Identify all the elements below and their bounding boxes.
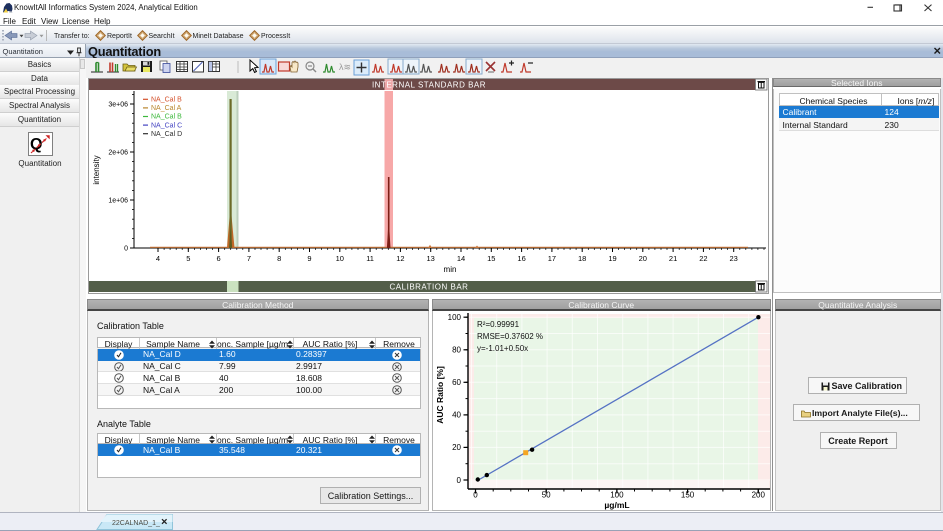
svg-text:min: min (444, 265, 457, 274)
svg-text:40: 40 (452, 411, 461, 420)
svg-text:16: 16 (517, 254, 525, 263)
svg-text:4: 4 (156, 254, 160, 263)
svg-text:µg/mL: µg/mL (604, 500, 629, 510)
svg-text:CALIBRATION BAR: CALIBRATION BAR (390, 283, 469, 292)
svg-text:3e+06: 3e+06 (108, 102, 128, 109)
svg-text:22: 22 (699, 254, 707, 263)
svg-text:10: 10 (336, 254, 344, 263)
svg-text:20: 20 (452, 443, 461, 452)
svg-text:11: 11 (366, 254, 374, 263)
svg-text:17: 17 (548, 254, 556, 263)
svg-text:NA_Cal B: NA_Cal B (151, 114, 182, 121)
svg-text:80: 80 (452, 346, 461, 355)
svg-text:15: 15 (487, 254, 495, 263)
svg-text:60: 60 (452, 378, 461, 387)
svg-text:200: 200 (752, 491, 766, 500)
svg-text:2e+06: 2e+06 (108, 150, 128, 157)
svg-text:18: 18 (578, 254, 586, 263)
svg-text:20: 20 (639, 254, 647, 263)
svg-text:1e+06: 1e+06 (108, 198, 128, 205)
svg-text:0: 0 (473, 491, 478, 500)
svg-text:23: 23 (730, 254, 738, 263)
svg-text:INTERNAL STANDARD BAR: INTERNAL STANDARD BAR (372, 81, 486, 90)
svg-text:100: 100 (610, 491, 624, 500)
svg-text:0: 0 (124, 246, 128, 253)
svg-text:NA_Cal D: NA_Cal D (151, 131, 182, 138)
svg-text:7: 7 (247, 254, 251, 263)
svg-text:intensity: intensity (92, 155, 101, 184)
svg-text:13: 13 (427, 254, 435, 263)
svg-text:50: 50 (542, 491, 551, 500)
svg-text:NA_Cal B: NA_Cal B (151, 97, 182, 104)
svg-text:8: 8 (277, 254, 281, 263)
svg-text:y=-1.01+0.50x: y=-1.01+0.50x (477, 344, 528, 353)
svg-text:100: 100 (448, 313, 462, 322)
svg-text:NA_Cal C: NA_Cal C (151, 122, 182, 129)
svg-text:22CALNAD_1_: 22CALNAD_1_ (112, 520, 160, 527)
svg-text:AUC Ratio [%]: AUC Ratio [%] (435, 366, 445, 424)
svg-text:0: 0 (457, 476, 462, 485)
svg-text:9: 9 (307, 254, 311, 263)
svg-text:12: 12 (396, 254, 404, 263)
svg-text:21: 21 (669, 254, 677, 263)
svg-text:14: 14 (457, 254, 465, 263)
svg-text:NA_Cal A: NA_Cal A (151, 105, 182, 112)
svg-text:150: 150 (681, 491, 695, 500)
svg-text:λ≋: λ≋ (339, 62, 351, 72)
svg-text:R²=0.99991: R²=0.99991 (477, 320, 520, 329)
svg-text:RMSE=0.37602 %: RMSE=0.37602 % (477, 332, 543, 341)
svg-text:19: 19 (608, 254, 616, 263)
svg-text:5: 5 (186, 254, 190, 263)
svg-text:6: 6 (217, 254, 221, 263)
